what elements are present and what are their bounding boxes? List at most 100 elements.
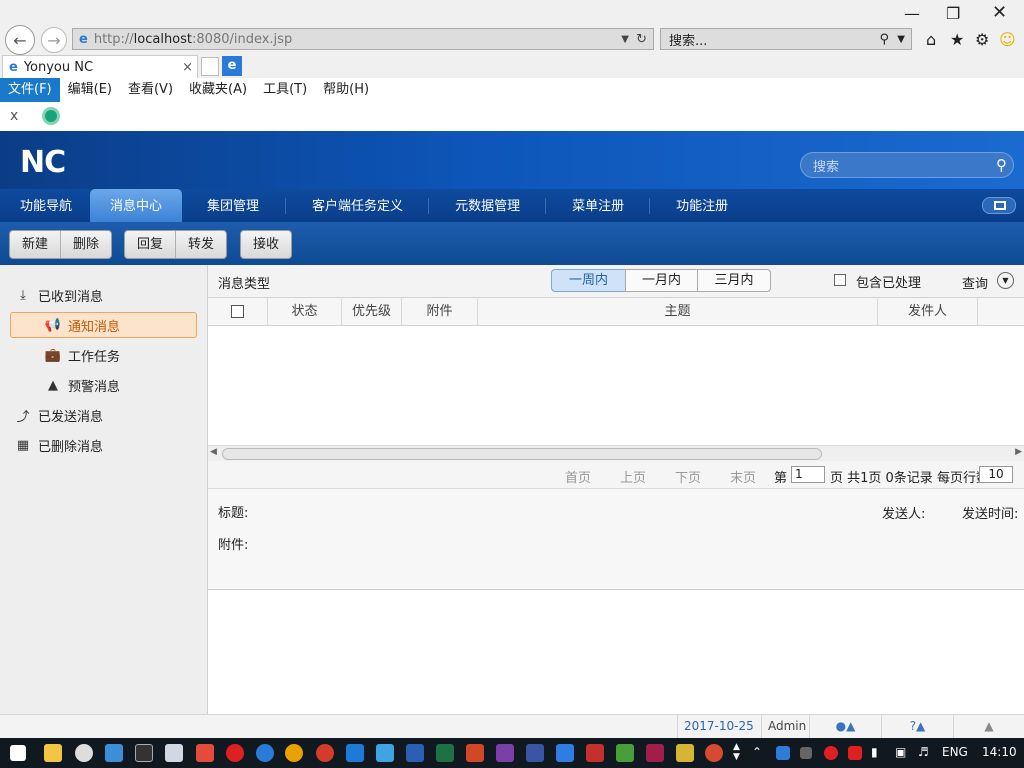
onenote-icon[interactable]: [496, 744, 514, 762]
status-user[interactable]: Admin: [761, 715, 812, 738]
ie-tab-button[interactable]: e: [222, 56, 242, 76]
browser-search-input[interactable]: 搜索... ⚲ ▼: [660, 28, 912, 50]
scroll-left-icon[interactable]: ◀: [210, 447, 217, 457]
chrome-icon[interactable]: [285, 744, 303, 762]
app-icon-1[interactable]: [105, 744, 123, 762]
volume-icon[interactable]: ♬: [918, 745, 929, 759]
tab-menu-register[interactable]: 菜单注册: [546, 189, 651, 222]
menu-tools[interactable]: 工具(T): [255, 78, 315, 102]
col-priority[interactable]: 优先级: [342, 298, 402, 325]
search-icon[interactable]: ⚲: [879, 32, 889, 47]
receive-button[interactable]: 接收: [241, 231, 291, 258]
browser-tab[interactable]: e Yonyou NC ×: [2, 55, 198, 78]
select-all-checkbox[interactable]: [231, 305, 244, 318]
help-menu-icon[interactable]: ?▲: [881, 715, 953, 738]
back-button[interactable]: ←: [5, 25, 35, 55]
menu-file[interactable]: 文件(F): [0, 78, 60, 102]
home-icon[interactable]: ⌂: [926, 30, 936, 49]
col-status[interactable]: 状态: [268, 298, 342, 325]
menu-edit[interactable]: 编辑(E): [60, 78, 120, 102]
favorites-star-icon[interactable]: ★: [950, 30, 964, 49]
favbar-close-icon[interactable]: x: [10, 108, 18, 124]
minimize-icon[interactable]: —: [904, 4, 920, 23]
app-icon-5[interactable]: [346, 744, 364, 762]
dropdown-icon[interactable]: ▼: [621, 34, 629, 45]
network-icon[interactable]: ▣: [895, 745, 906, 759]
tab-group-management[interactable]: 集团管理: [180, 189, 287, 222]
page-size-input[interactable]: 10: [979, 466, 1013, 483]
first-page-link[interactable]: 首页: [565, 467, 591, 486]
clock[interactable]: 14:10: [982, 745, 1017, 759]
smiley-feedback-icon[interactable]: ☺: [999, 30, 1016, 49]
app-icon-2[interactable]: [196, 744, 214, 762]
prev-page-link[interactable]: 上页: [620, 467, 646, 486]
last-page-link[interactable]: 末页: [730, 467, 756, 486]
windows-start-icon[interactable]: [10, 745, 26, 761]
notepad-icon[interactable]: [165, 744, 183, 762]
settings-app-icon[interactable]: [75, 744, 93, 762]
query-button[interactable]: 查询: [962, 273, 988, 292]
tray-icon-4[interactable]: [848, 746, 862, 760]
tree-item-received[interactable]: ⤓ 已收到消息: [14, 282, 103, 308]
app-icon-10[interactable]: [676, 744, 694, 762]
col-subject[interactable]: 主题: [478, 298, 878, 325]
show-hidden-icons[interactable]: ⌃: [752, 745, 762, 759]
new-tab-button[interactable]: [201, 57, 219, 76]
menu-help[interactable]: 帮助(H): [315, 78, 377, 102]
scroll-right-icon[interactable]: ▶: [1015, 447, 1022, 457]
tray-icon-3[interactable]: [824, 746, 838, 760]
settings-gear-icon[interactable]: ⚙: [975, 30, 989, 49]
next-page-link[interactable]: 下页: [675, 467, 701, 486]
powerpoint-icon[interactable]: [466, 744, 484, 762]
period-month-button[interactable]: 一月内: [625, 269, 698, 292]
word-icon[interactable]: [406, 744, 424, 762]
maximize-panel-icon[interactable]: [982, 197, 1016, 214]
search-dropdown-icon[interactable]: ▼: [897, 34, 905, 45]
col-sender[interactable]: 发件人: [878, 298, 978, 325]
cmd-icon[interactable]: [135, 744, 153, 762]
refresh-icon[interactable]: ↻: [636, 32, 647, 47]
app-search-icon[interactable]: ⚲: [996, 156, 1007, 174]
new-button[interactable]: 新建: [10, 231, 60, 258]
horizontal-scrollbar[interactable]: ◀ ▶: [208, 445, 1024, 461]
file-explorer-icon[interactable]: [44, 744, 62, 762]
scrollbar-thumb[interactable]: [222, 448, 822, 460]
query-dropdown-icon[interactable]: ▼: [997, 272, 1014, 289]
ie-taskbar-icon[interactable]: [256, 744, 274, 762]
app-icon-7[interactable]: [556, 744, 574, 762]
language-indicator[interactable]: ENG: [942, 745, 968, 759]
tab-close-icon[interactable]: ×: [182, 60, 193, 75]
visio-icon[interactable]: [526, 744, 544, 762]
close-window-icon[interactable]: ✕: [992, 2, 1007, 23]
menu-favorites[interactable]: 收藏夹(A): [181, 78, 255, 102]
app-icon-4[interactable]: [316, 744, 334, 762]
tree-item-notice[interactable]: 📢 通知消息: [10, 312, 197, 338]
battery-icon[interactable]: ▮: [871, 745, 878, 759]
address-bar[interactable]: e http://localhost:8080/index.jsp ▼ ↻: [72, 28, 654, 50]
tab-function-nav[interactable]: 功能导航: [0, 189, 93, 222]
app-icon-9[interactable]: [646, 744, 664, 762]
addon-icon[interactable]: [42, 107, 60, 125]
restore-icon[interactable]: ❐: [946, 4, 960, 23]
tree-item-work-task[interactable]: 💼 工作任务: [44, 342, 120, 368]
pdf-icon[interactable]: [586, 744, 604, 762]
tree-item-alert[interactable]: ▲ 预警消息: [44, 372, 120, 398]
tray-icon-2[interactable]: [800, 747, 812, 759]
forward-button[interactable]: →: [41, 27, 67, 53]
expand-up-icon[interactable]: ▲: [953, 715, 1024, 738]
app-icon-3[interactable]: [226, 744, 244, 762]
app-icon-11[interactable]: [705, 744, 723, 762]
tab-function-register[interactable]: 功能注册: [650, 189, 754, 222]
taskbar-scroll-icon[interactable]: ▲ ▼: [733, 742, 740, 762]
app-icon-8[interactable]: [616, 744, 634, 762]
forward-message-button[interactable]: 转发: [175, 231, 226, 258]
tree-item-sent[interactable]: ⤴ 已发送消息: [14, 402, 103, 428]
excel-icon[interactable]: [436, 744, 454, 762]
user-menu-icon[interactable]: ●▲: [809, 715, 881, 738]
menu-view[interactable]: 查看(V): [120, 78, 181, 102]
page-number-input[interactable]: 1: [791, 466, 825, 483]
app-search-input[interactable]: 搜索 ⚲: [800, 152, 1014, 178]
delete-button[interactable]: 删除: [60, 231, 111, 258]
period-week-button[interactable]: 一周内: [551, 269, 626, 292]
tray-icon-1[interactable]: [776, 746, 790, 760]
